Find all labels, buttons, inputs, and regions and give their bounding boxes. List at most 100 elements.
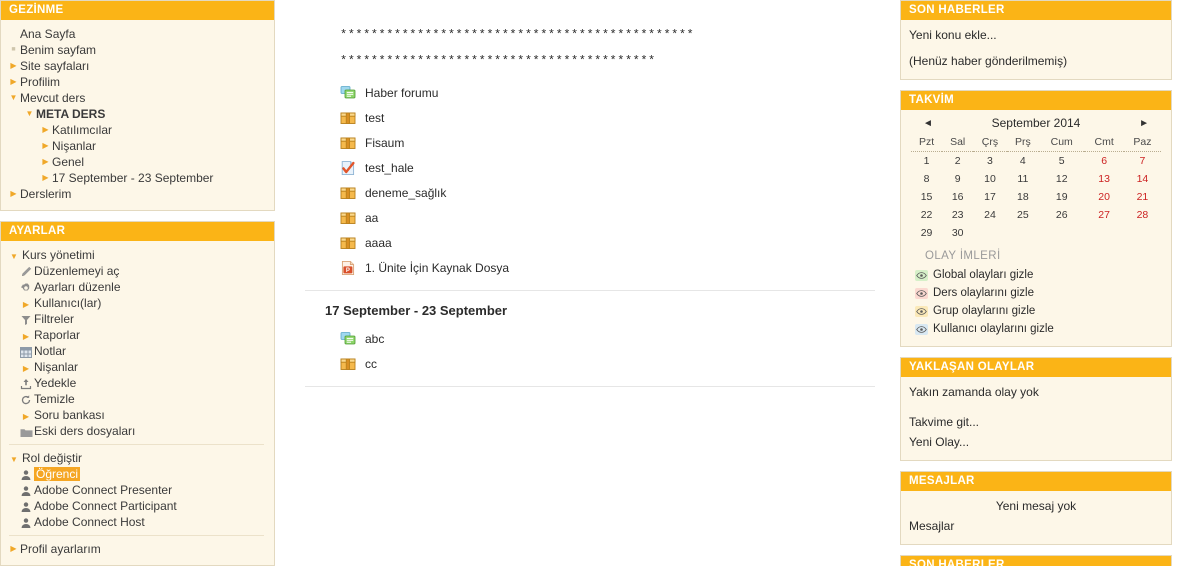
messages-empty-message: Yeni mesaj yok xyxy=(995,499,1077,513)
sidebar-item-nav-0[interactable]: Ana Sayfa xyxy=(7,26,266,42)
activity-item[interactable]: test_hale xyxy=(340,155,875,180)
sidebar-item-setting-8[interactable]: Yedekle xyxy=(7,375,266,391)
event-legend-item-3[interactable]: Kullanıcı olaylarını gizle xyxy=(911,320,1161,338)
sidebar-item-nav-6[interactable]: ▶ Katılımcılar xyxy=(7,122,266,138)
activity-item[interactable]: test xyxy=(340,105,875,130)
nav-item-label: Mevcut ders xyxy=(20,91,86,105)
latest-news-top-title: SON HABERLER xyxy=(901,1,1171,20)
sidebar-item-setting-11[interactable]: Eski ders dosyaları xyxy=(7,423,266,439)
calendar-day-cell[interactable]: 2 xyxy=(942,152,973,171)
sidebar-item-role-0[interactable]: Öğrenci xyxy=(7,466,266,482)
nav-item-label: Site sayfaları xyxy=(20,59,90,73)
activity-item[interactable]: Fisaum xyxy=(340,130,875,155)
calendar-day-cell[interactable]: 19 xyxy=(1039,188,1084,206)
calendar-day-cell[interactable]: 8 xyxy=(911,170,942,188)
sidebar-item-setting-9[interactable]: Temizle xyxy=(7,391,266,407)
event-legend-item-2[interactable]: Grup olaylarını gizle xyxy=(911,302,1161,320)
forum-icon xyxy=(340,331,356,347)
calendar-day-cell[interactable]: 15 xyxy=(911,188,942,206)
sidebar-item-role-2[interactable]: Adobe Connect Participant xyxy=(7,498,266,514)
calendar-day-cell[interactable]: 20 xyxy=(1084,188,1123,206)
activity-label[interactable]: Haber forumu xyxy=(365,86,438,100)
calendar-day-cell[interactable]: 17 xyxy=(973,188,1006,206)
activity-label[interactable]: test xyxy=(365,111,384,125)
calendar-day-cell[interactable]: 11 xyxy=(1007,170,1039,188)
calendar-day-cell[interactable]: 22 xyxy=(911,206,942,224)
triangle-right-icon: ▶ xyxy=(42,141,49,150)
calendar-day-cell[interactable]: 3 xyxy=(973,152,1006,171)
activity-label[interactable]: 1. Ünite İçin Kaynak Dosya xyxy=(365,261,509,275)
sidebar-item-setting-1[interactable]: Düzenlemeyi aç xyxy=(7,263,266,279)
activity-item[interactable]: deneme_sağlık xyxy=(340,180,875,205)
calendar-day-cell[interactable]: 24 xyxy=(973,206,1006,224)
sidebar-item-nav-3[interactable]: ▶ Profilim xyxy=(7,74,266,90)
calendar-day-cell[interactable]: 14 xyxy=(1124,170,1161,188)
add-news-topic-link-top[interactable]: Yeni konu ekle... xyxy=(909,25,1163,45)
calendar-day-cell[interactable]: 9 xyxy=(942,170,973,188)
calendar-weekday-header: Pzt Sal Çrş Prş Cum Cmt Paz xyxy=(911,134,1161,152)
calendar-day-cell[interactable]: 10 xyxy=(973,170,1006,188)
sidebar-item-nav-10[interactable]: ▶ Derslerim xyxy=(7,186,266,202)
sidebar-item-setting-0[interactable]: ▼ Kurs yönetimi xyxy=(7,247,266,263)
calendar-day-cell[interactable]: 25 xyxy=(1007,206,1039,224)
calendar-prev-month-icon[interactable]: ◄ xyxy=(923,118,933,129)
calendar-day-cell[interactable]: 30 xyxy=(942,224,973,242)
sidebar-item-role-3[interactable]: Adobe Connect Host xyxy=(7,514,266,530)
sidebar-item-nav-1[interactable]: ■ Benim sayfam xyxy=(7,42,266,58)
sidebar-item-role-switch[interactable]: ▼ Rol değiştir xyxy=(7,450,266,466)
activity-label[interactable]: test_hale xyxy=(365,161,414,175)
calendar-day-cell[interactable]: 7 xyxy=(1124,152,1161,171)
sidebar-item-nav-7[interactable]: ▶ Nişanlar xyxy=(7,138,266,154)
sidebar-item-role-1[interactable]: Adobe Connect Presenter xyxy=(7,482,266,498)
calendar-day-cell[interactable]: 16 xyxy=(942,188,973,206)
sidebar-item-setting-10[interactable]: ▶ Soru bankası xyxy=(7,407,266,423)
sidebar-item-setting-7[interactable]: ▶ Nişanlar xyxy=(7,359,266,375)
calendar-day-cell[interactable]: 1 xyxy=(911,152,942,171)
activity-label[interactable]: Fisaum xyxy=(365,136,404,150)
sidebar-item-setting-4[interactable]: Filtreler xyxy=(7,311,266,327)
calendar-day-cell[interactable]: 6 xyxy=(1084,152,1123,171)
calendar-day-cell[interactable]: 28 xyxy=(1124,206,1161,224)
event-legend-item-0[interactable]: Global olayları gizle xyxy=(911,266,1161,284)
activity-item[interactable]: aa xyxy=(340,205,875,230)
calendar-next-month-icon[interactable]: ► xyxy=(1139,118,1149,129)
calendar-week-row: 15 16 17 18 19 20 21 xyxy=(911,188,1161,206)
activity-label[interactable]: cc xyxy=(365,357,377,371)
calendar-day-cell[interactable]: 18 xyxy=(1007,188,1039,206)
sidebar-item-profile-settings[interactable]: ▶ Profil ayarlarım xyxy=(7,541,266,557)
calendar-day-cell[interactable]: 12 xyxy=(1039,170,1084,188)
calendar-day-cell[interactable]: 26 xyxy=(1039,206,1084,224)
calendar-day-cell[interactable]: 4 xyxy=(1007,152,1039,171)
messages-link[interactable]: Mesajlar xyxy=(909,516,1163,536)
sidebar-item-setting-3[interactable]: ▶ Kullanıcı(lar) xyxy=(7,295,266,311)
activity-item[interactable]: P 1. Ünite İçin Kaynak Dosya xyxy=(340,255,875,280)
calendar-day-cell[interactable]: 5 xyxy=(1039,152,1084,171)
calendar-day-cell[interactable]: 21 xyxy=(1124,188,1161,206)
new-event-link[interactable]: Yeni Olay... xyxy=(909,432,1163,452)
sidebar-item-nav-4[interactable]: ▼ Mevcut ders xyxy=(7,90,266,106)
activity-label[interactable]: aa xyxy=(365,211,378,225)
activity-label[interactable]: abc xyxy=(365,332,384,346)
goto-calendar-link[interactable]: Takvime git... xyxy=(909,412,1163,432)
week-activity-item[interactable]: cc xyxy=(340,351,875,376)
navigation-block: GEZİNME Ana Sayfa ■ Benim sayfam ▶ Site sayf… xyxy=(0,0,275,211)
sidebar-item-setting-5[interactable]: ▶ Raporlar xyxy=(7,327,266,343)
sidebar-item-setting-6[interactable]: Notlar xyxy=(7,343,266,359)
sidebar-item-nav-8[interactable]: ▶ Genel xyxy=(7,154,266,170)
sidebar-item-nav-5[interactable]: ▼ META DERS xyxy=(7,106,266,122)
activity-label[interactable]: deneme_sağlık xyxy=(365,186,446,200)
calendar-day-cell[interactable]: 27 xyxy=(1084,206,1123,224)
activity-item[interactable]: Haber forumu xyxy=(340,80,875,105)
triangle-down-icon: ▼ xyxy=(10,455,18,464)
calendar-day-cell[interactable]: 29 xyxy=(911,224,942,242)
activity-item[interactable]: aaaa xyxy=(340,230,875,255)
event-legend-item-1[interactable]: Ders olaylarını gizle xyxy=(911,284,1161,302)
sidebar-item-nav-9[interactable]: ▶ 17 September - 23 September xyxy=(7,170,266,186)
calendar-day-cell[interactable]: 13 xyxy=(1084,170,1123,188)
calendar-day-cell[interactable]: 23 xyxy=(942,206,973,224)
upcoming-empty-message: Yakın zamanda olay yok xyxy=(909,385,1039,399)
week-activity-item[interactable]: abc xyxy=(340,326,875,351)
sidebar-item-nav-2[interactable]: ▶ Site sayfaları xyxy=(7,58,266,74)
sidebar-item-setting-2[interactable]: Ayarları düzenle xyxy=(7,279,266,295)
activity-label[interactable]: aaaa xyxy=(365,236,392,250)
